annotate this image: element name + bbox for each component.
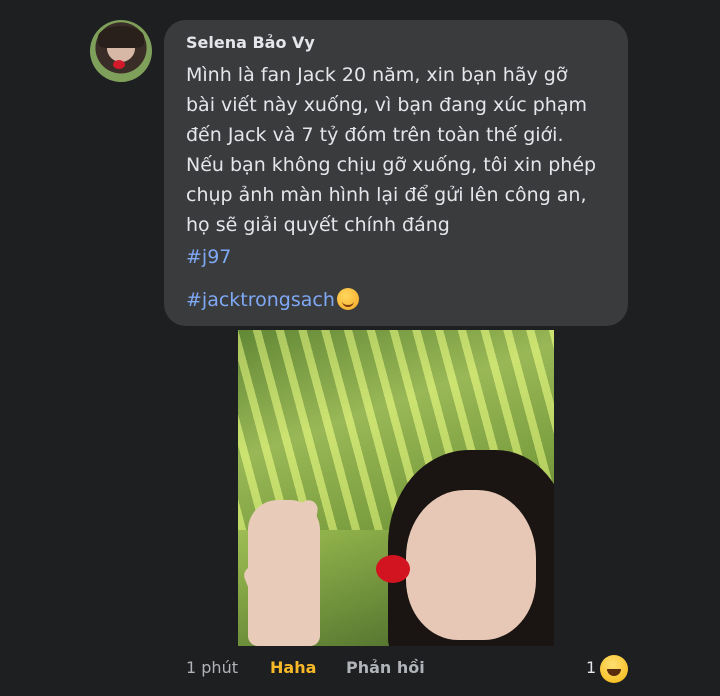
comment-line: bài viết này xuống, vì bạn đang xúc phạm — [186, 94, 588, 116]
haha-reaction-icon[interactable] — [600, 655, 628, 683]
comment-author[interactable]: Selena Bảo Vy — [186, 33, 315, 52]
hashtag-link[interactable]: #j97 — [186, 242, 231, 272]
avatar[interactable] — [90, 20, 152, 82]
comment-text: Mình là fan Jack 20 năm, xin bạn hãy gỡ … — [186, 60, 626, 240]
hashtag-link[interactable]: #jacktrongsach — [186, 289, 335, 311]
comment-line: đến Jack và 7 tỷ đóm trên toàn thế giới. — [186, 124, 564, 146]
reaction-count[interactable]: 1 — [586, 658, 596, 677]
reply-button[interactable]: Phản hồi — [346, 658, 425, 677]
hashtag-row: #jacktrongsach — [186, 285, 359, 315]
haha-reaction-button[interactable]: Haha — [270, 658, 316, 677]
comment-line: chụp ảnh màn hình lại để gửi lên công an… — [186, 184, 587, 206]
avatar-lips — [113, 60, 125, 69]
comment-photo[interactable] — [238, 330, 554, 646]
comment-line: Mình là fan Jack 20 năm, xin bạn hãy gỡ — [186, 64, 568, 86]
smirk-emoji-icon — [336, 288, 359, 310]
comment-line: họ sẽ giải quyết chính đáng — [186, 214, 450, 236]
comment-time[interactable]: 1 phút — [186, 658, 238, 677]
avatar-hair — [98, 26, 144, 48]
photo-face — [406, 490, 536, 640]
photo-lips — [376, 555, 410, 583]
comment-line: Nếu bạn không chịu gỡ xuống, tôi xin phé… — [186, 154, 597, 176]
